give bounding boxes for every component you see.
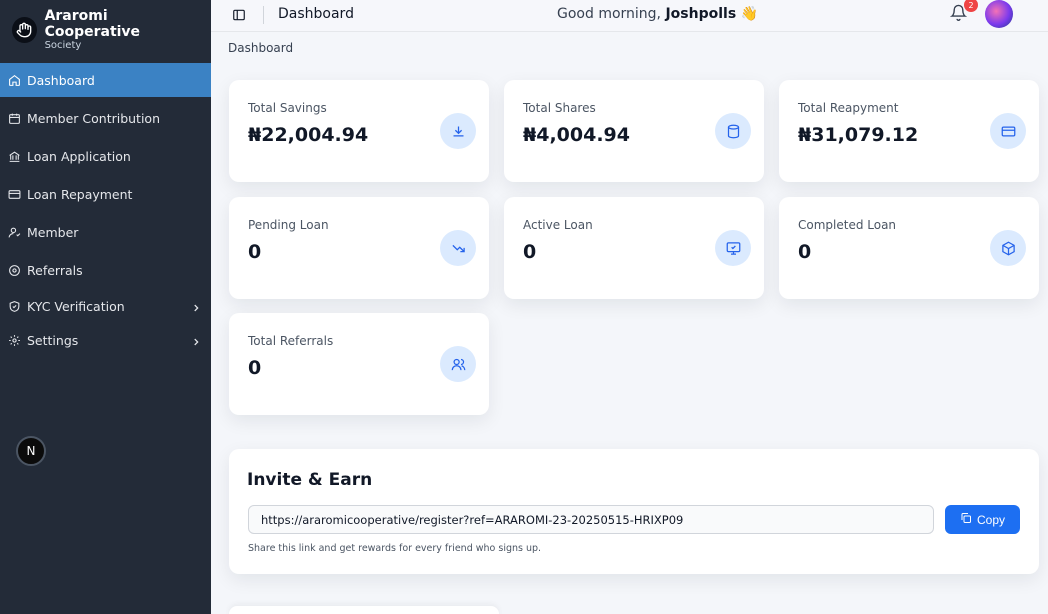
- at-sign-icon: [7, 263, 21, 277]
- chevron-right-icon: [191, 301, 201, 316]
- stat-label: Completed Loan: [798, 218, 897, 232]
- stat-card-total-repayment: Total Reapyment ₦31,079.12: [779, 80, 1039, 182]
- user-name: Joshpolls: [665, 6, 737, 22]
- calendar-icon: [7, 111, 21, 125]
- sidebar-item-loan-application[interactable]: Loan Application: [0, 139, 211, 173]
- greeting: Good morning, Joshpolls 👋: [557, 6, 758, 22]
- stat-label: Pending Loan: [248, 218, 329, 232]
- stat-card-total-referrals: Total Referrals 0: [229, 313, 489, 415]
- brand-name: Araromi Cooperative: [44, 8, 141, 40]
- copy-label: Copy: [976, 512, 1005, 527]
- sidebar-item-label: Referrals: [27, 262, 83, 278]
- avatar[interactable]: [985, 0, 1013, 28]
- wave-icon: 👋: [740, 6, 759, 22]
- sidebar-item-label: KYC Verification: [27, 298, 125, 314]
- package-icon: [990, 230, 1026, 266]
- topbar-divider: [263, 6, 264, 24]
- notification-badge: 2: [964, 0, 978, 12]
- sidebar-item-label: Settings: [27, 332, 79, 348]
- referral-link-field[interactable]: https://araromicooperative/register?ref=…: [248, 505, 934, 534]
- invite-title: Invite & Earn: [247, 470, 373, 490]
- breadcrumb: Dashboard: [228, 41, 294, 55]
- sidebar-item-member-contribution[interactable]: Member Contribution: [0, 101, 211, 135]
- hand-icon: [12, 17, 37, 43]
- stat-label: Active Loan: [523, 218, 593, 232]
- gear-icon: [7, 333, 21, 347]
- topbar: Dashboard Good morning, Joshpolls 👋 2: [211, 0, 1048, 32]
- sidebar-item-dashboard[interactable]: Dashboard: [0, 63, 211, 97]
- sidebar-nav: Dashboard Member Contribution Loan Appli…: [0, 63, 211, 355]
- database-icon: [715, 113, 751, 149]
- shield-check-icon: [7, 299, 21, 313]
- sidebar-item-label: Member Contribution: [27, 110, 161, 126]
- stat-card-total-shares: Total Shares ₦4,004.94: [504, 80, 764, 182]
- sidebar-item-label: Member: [27, 224, 79, 240]
- sidebar-item-loan-repayment[interactable]: Loan Repayment: [0, 177, 211, 211]
- copy-icon: [960, 512, 972, 527]
- copy-button[interactable]: Copy: [945, 505, 1020, 534]
- credit-card-icon: [7, 187, 21, 201]
- next-card-edge: [229, 606, 499, 614]
- stat-value: ₦22,004.94: [248, 124, 369, 146]
- sidebar-item-label: Loan Repayment: [27, 186, 133, 202]
- stat-value: 0: [248, 357, 262, 379]
- sidebar-item-settings[interactable]: Settings: [0, 325, 211, 355]
- trending-down-icon: [440, 230, 476, 266]
- stat-card-completed-loan: Completed Loan 0: [779, 197, 1039, 299]
- stat-value: 0: [523, 241, 537, 263]
- monitor-check-icon: [715, 230, 751, 266]
- stat-value: ₦31,079.12: [798, 124, 919, 146]
- sidebar-item-kyc-verification[interactable]: KYC Verification: [0, 291, 211, 321]
- stat-value: 0: [798, 241, 812, 263]
- dev-tools-badge[interactable]: N: [16, 436, 46, 466]
- stat-card-pending-loan: Pending Loan 0: [229, 197, 489, 299]
- users-icon: [440, 346, 476, 382]
- stat-label: Total Savings: [248, 101, 327, 115]
- invite-card: Invite & Earn https://araromicooperative…: [229, 449, 1039, 574]
- sidebar-item-label: Dashboard: [27, 72, 95, 88]
- user-icon: [7, 225, 21, 239]
- invite-help-text: Share this link and get rewards for ever…: [248, 543, 542, 554]
- bank-icon: [7, 149, 21, 163]
- stat-label: Total Reapyment: [798, 101, 899, 115]
- home-icon: [7, 73, 21, 87]
- chevron-right-icon: [191, 335, 201, 350]
- stat-card-total-savings: Total Savings ₦22,004.94: [229, 80, 489, 182]
- sidebar-item-referrals[interactable]: Referrals: [0, 253, 211, 287]
- stat-value: ₦4,004.94: [523, 124, 630, 146]
- sidebar: Araromi Cooperative Society Dashboard Me…: [0, 0, 211, 614]
- greeting-prefix: Good morning,: [557, 6, 662, 22]
- stat-value: 0: [248, 241, 262, 263]
- sidebar-item-member[interactable]: Member: [0, 215, 211, 249]
- stat-card-active-loan: Active Loan 0: [504, 197, 764, 299]
- stat-label: Total Referrals: [248, 334, 334, 348]
- stat-label: Total Shares: [523, 101, 596, 115]
- brand[interactable]: Araromi Cooperative Society: [0, 0, 211, 60]
- download-icon: [440, 113, 476, 149]
- page-title: Dashboard: [278, 6, 354, 22]
- credit-card-icon: [990, 113, 1026, 149]
- sidebar-toggle-icon[interactable]: [232, 7, 246, 26]
- brand-subtitle: Society: [44, 40, 82, 51]
- sidebar-item-label: Loan Application: [27, 148, 131, 164]
